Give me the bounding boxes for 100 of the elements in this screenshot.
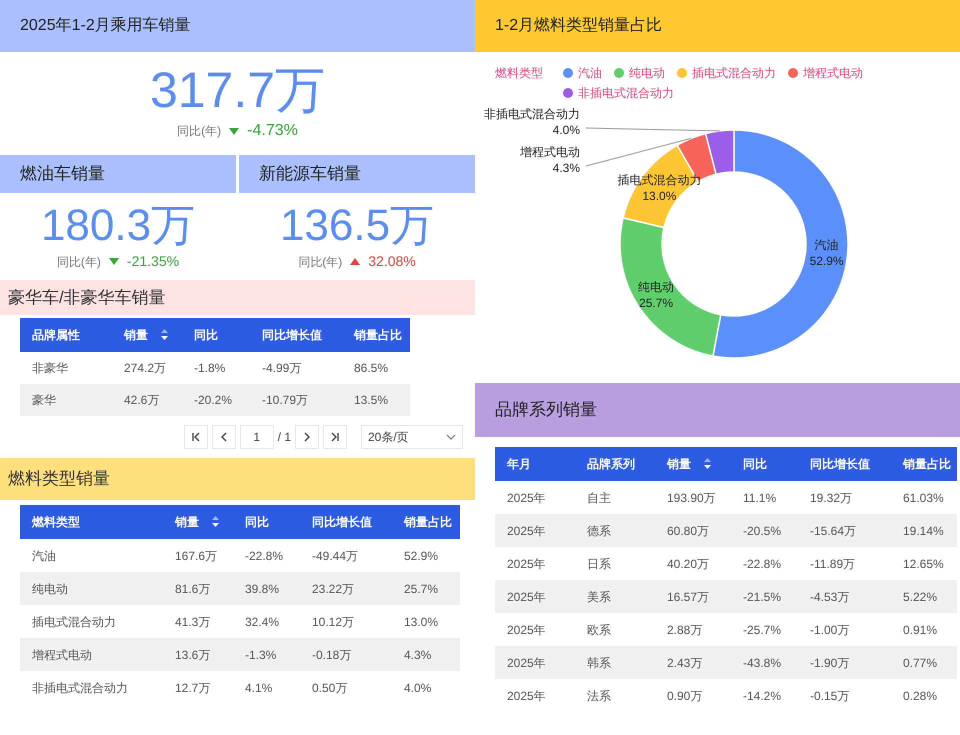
table-cell: 2025年 xyxy=(507,656,546,670)
table-cell: -22.8% xyxy=(743,556,782,570)
table-cell: -4.99万 xyxy=(262,361,302,375)
column-header: 同比增长值 xyxy=(810,456,870,473)
slice-label: 纯电动 xyxy=(638,278,674,295)
page-size-select[interactable]: 20条/页 xyxy=(361,425,463,449)
yoy-label: 同比(年) xyxy=(56,254,101,270)
table-cell: 非豪华 xyxy=(32,361,68,375)
table-cell: 32.4% xyxy=(245,614,280,628)
change-value: -4.73% xyxy=(247,121,298,141)
section-title: 品牌系列销量 xyxy=(495,399,597,422)
table-cell: -25.7% xyxy=(743,622,782,636)
table-cell: 0.90万 xyxy=(667,688,702,702)
column-header: 年月 xyxy=(507,456,531,473)
sort-icon[interactable] xyxy=(211,515,220,529)
slice-label: 非插电式混合动力 xyxy=(484,106,580,122)
chevron-down-icon xyxy=(446,434,456,440)
table-cell: -1.00万 xyxy=(810,622,850,636)
table-cell: -0.15万 xyxy=(810,688,850,702)
section-title: 燃料类型销量 xyxy=(8,468,110,490)
table-cell: 2025年 xyxy=(507,490,546,504)
table-cell: 52.9% xyxy=(404,548,438,562)
table-cell: 10.12万 xyxy=(312,614,354,628)
table-cell: 0.91% xyxy=(903,622,938,636)
section-title: 豪华车/非豪华车销量 xyxy=(8,286,166,309)
table-cell: -20.2% xyxy=(194,393,232,407)
table-cell: -49.44万 xyxy=(312,548,358,562)
table-cell: 0.28% xyxy=(903,688,938,702)
table-cell: 86.5% xyxy=(354,361,388,375)
table-cell: -21.5% xyxy=(743,590,782,604)
column-header: 品牌系列 xyxy=(587,456,635,473)
table-cell: 274.2万 xyxy=(124,361,166,375)
table-cell: 193.90万 xyxy=(667,490,716,504)
change-value: 32.08% xyxy=(368,252,416,271)
last-page-icon xyxy=(330,432,340,442)
table-cell: 39.8% xyxy=(245,582,280,596)
section-title: 1-2月燃料类型销量占比 xyxy=(495,16,662,36)
table-cell: 23.22万 xyxy=(312,582,354,596)
table-cell: -15.64万 xyxy=(810,524,856,538)
table-cell: 5.22% xyxy=(903,590,938,604)
slice-value: 25.7% xyxy=(639,294,674,311)
table-cell: -4.53万 xyxy=(810,590,850,604)
yoy-label: 同比(年) xyxy=(177,123,222,140)
table-cell: -11.89万 xyxy=(810,556,856,570)
table-cell: 2025年 xyxy=(507,688,546,702)
sort-icon[interactable] xyxy=(703,457,712,471)
table-cell: -20.5% xyxy=(743,524,782,538)
section-title: 2025年1-2月乘用车销量 xyxy=(20,16,191,36)
slice-label: 汽油 xyxy=(814,236,839,253)
table-cell: -1.3% xyxy=(245,648,276,662)
kpi-value: 317.7万 xyxy=(150,61,326,119)
table-cell: 2.43万 xyxy=(667,656,702,670)
column-header: 销量 xyxy=(667,456,691,473)
table-cell: 欧系 xyxy=(587,622,611,636)
table-cell: 13.6万 xyxy=(175,648,210,662)
table-cell: 非插电式混合动力 xyxy=(32,680,128,694)
table-cell: 2025年 xyxy=(507,524,546,538)
column-header: 同比 xyxy=(743,456,767,473)
legend-label: 纯电动 xyxy=(629,65,665,82)
table-cell: 法系 xyxy=(587,688,611,702)
table-cell: -1.8% xyxy=(194,361,226,375)
slice-value: 52.9% xyxy=(810,252,844,269)
slice-value: 4.0% xyxy=(552,122,580,138)
last-page-button[interactable] xyxy=(323,425,347,449)
first-page-icon xyxy=(190,432,201,442)
column-header: 同比 xyxy=(194,327,218,344)
table-cell: 19.14% xyxy=(903,524,944,538)
section-title: 新能源车销量 xyxy=(259,163,361,186)
slice-value: 13.0% xyxy=(642,188,676,204)
table-cell: 41.3万 xyxy=(175,614,210,628)
table-cell: 美系 xyxy=(587,590,611,604)
legend-label: 插电式混合动力 xyxy=(692,65,776,82)
sort-icon[interactable] xyxy=(160,328,169,342)
slice-label: 增程式电动 xyxy=(520,144,580,160)
column-header: 销量占比 xyxy=(404,514,452,531)
column-header: 品牌属性 xyxy=(32,327,80,344)
table-cell: 2025年 xyxy=(507,590,546,604)
table-cell: -22.8% xyxy=(245,548,284,562)
legend-label: 增程式电动 xyxy=(803,65,863,82)
table-cell: -14.2% xyxy=(743,688,782,702)
kpi-value: 136.5万 xyxy=(280,201,434,251)
column-header: 同比增长值 xyxy=(312,514,372,531)
table-cell: 豪华 xyxy=(32,393,56,407)
table-cell: 2025年 xyxy=(507,556,546,570)
section-title: 燃油车销量 xyxy=(20,163,105,186)
first-page-button[interactable] xyxy=(184,425,208,449)
table-cell: 增程式电动 xyxy=(32,648,92,662)
table-cell: 13.0% xyxy=(404,614,438,628)
table-cell: 韩系 xyxy=(587,656,611,670)
table-cell: 12.65% xyxy=(903,556,944,570)
table-cell: -43.8% xyxy=(743,656,782,670)
table-cell: 12.7万 xyxy=(175,680,210,694)
table-cell: 4.1% xyxy=(245,680,272,694)
page-total: / 1 xyxy=(278,429,291,446)
table-cell: 纯电动 xyxy=(32,582,68,596)
table-cell: 16.57万 xyxy=(667,590,710,604)
table-cell: 0.77% xyxy=(903,656,938,670)
column-header: 燃料类型 xyxy=(32,514,80,531)
chevron-right-icon xyxy=(302,432,312,442)
page-field[interactable]: 1 xyxy=(240,425,274,449)
